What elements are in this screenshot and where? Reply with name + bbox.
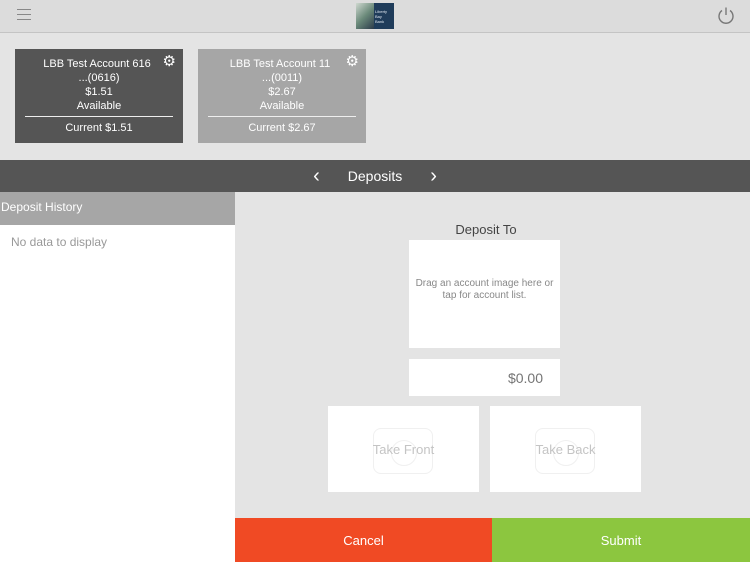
submit-button[interactable]: Submit xyxy=(492,518,750,562)
amount-input[interactable] xyxy=(409,359,560,396)
account-list: ⚙ LBB Test Account 616 ...(0616) $1.51 A… xyxy=(15,49,366,143)
power-icon[interactable] xyxy=(716,6,736,26)
account-card[interactable]: ⚙ LBB Test Account 11 ...(0011) $2.67 Av… xyxy=(198,49,366,143)
account-drop-target[interactable]: Drag an account image here or tap for ac… xyxy=(409,240,560,348)
section-title: Deposits xyxy=(347,168,403,184)
deposit-form: Deposit To Drag an account image here or… xyxy=(235,192,750,518)
chevron-left-icon[interactable]: ‹ xyxy=(285,166,348,186)
cancel-button[interactable]: Cancel xyxy=(235,518,492,562)
deposit-to-label: Deposit To xyxy=(455,222,517,237)
take-front-button[interactable]: Take Front xyxy=(328,406,479,492)
top-bar: Liberty Bay Bank xyxy=(0,0,750,33)
panel-header: Deposit History xyxy=(0,192,235,225)
take-back-button[interactable]: Take Back xyxy=(490,406,641,492)
divider xyxy=(25,116,173,117)
gear-icon[interactable]: ⚙ xyxy=(346,54,359,69)
hamburger-menu-icon[interactable] xyxy=(17,9,31,21)
chevron-right-icon[interactable]: › xyxy=(402,166,465,186)
gear-icon[interactable]: ⚙ xyxy=(163,54,176,69)
bank-logo: Liberty Bay Bank xyxy=(356,3,394,29)
section-nav: ‹ Deposits › xyxy=(0,160,750,192)
account-card[interactable]: ⚙ LBB Test Account 616 ...(0616) $1.51 A… xyxy=(15,49,183,143)
empty-message: No data to display xyxy=(11,235,108,249)
divider xyxy=(208,116,356,117)
deposit-history-panel: Deposit History No data to display xyxy=(0,192,235,562)
